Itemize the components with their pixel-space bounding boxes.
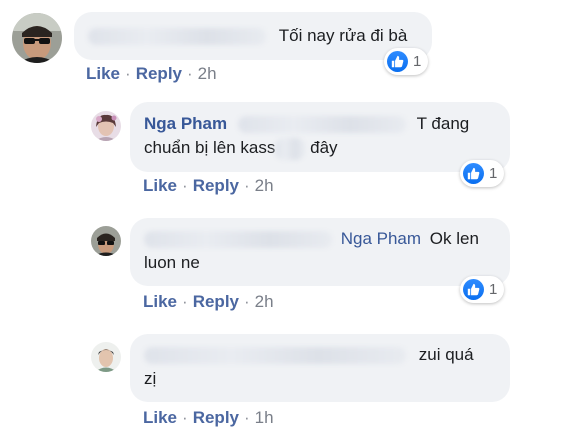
separator: ·	[182, 408, 188, 427]
blurred-mention	[144, 231, 332, 249]
reaction-count-label: 1	[489, 165, 498, 182]
separator: ·	[187, 64, 193, 83]
blurred-word	[275, 137, 306, 160]
reaction-count[interactable]: 1	[384, 48, 429, 75]
like-button[interactable]: Like	[143, 176, 177, 195]
comment-actions: Like · Reply · 1h	[143, 408, 274, 428]
comment-bubble: Nga Pham Ok len luon ne	[130, 218, 510, 286]
like-button[interactable]: Like	[143, 292, 177, 311]
timestamp[interactable]: 2h	[198, 64, 217, 83]
avatar[interactable]	[91, 111, 121, 141]
avatar-image-icon	[91, 111, 121, 141]
comment-actions: Like · Reply · 2h	[143, 176, 274, 196]
comment-text-line-1: T đang	[416, 114, 470, 133]
comment-bubble: Tối nay rửa đi bà	[74, 12, 432, 60]
timestamp[interactable]: 2h	[255, 292, 274, 311]
timestamp[interactable]: 2h	[255, 176, 274, 195]
like-reaction-icon	[387, 51, 408, 72]
comment-text-line-2: chuẩn bị lên kass	[144, 138, 276, 157]
comment-bubble: Nga Pham T đang chuẩn bị lên kass đây	[130, 102, 510, 172]
separator: ·	[244, 408, 250, 427]
mention-link[interactable]: Nga Pham	[341, 229, 421, 248]
blurred-mention	[237, 116, 406, 134]
like-button[interactable]: Like	[86, 64, 120, 83]
avatar-image-icon	[12, 13, 62, 63]
comment-text-line-2: zị	[144, 369, 157, 388]
avatar[interactable]	[12, 13, 62, 63]
like-button[interactable]: Like	[143, 408, 177, 427]
comment-text-line-2: luon ne	[144, 253, 200, 272]
reaction-count[interactable]: 1	[460, 160, 505, 187]
like-reaction-icon	[463, 163, 484, 184]
timestamp[interactable]: 1h	[255, 408, 274, 427]
comment-actions: Like · Reply · 2h	[86, 64, 217, 84]
blurred-mention	[144, 347, 406, 365]
avatar-image-icon	[91, 226, 121, 256]
separator: ·	[125, 64, 131, 83]
like-reaction-icon	[463, 279, 484, 300]
comment-text-line-1: Ok len	[429, 229, 479, 248]
separator: ·	[244, 292, 250, 311]
comment-bubble: zui quá zị	[130, 334, 510, 402]
author-name[interactable]: Nga Pham	[144, 114, 227, 133]
reply-button[interactable]: Reply	[193, 176, 239, 195]
comment-text-line-2-end: đây	[310, 138, 338, 157]
avatar[interactable]	[91, 226, 121, 256]
separator: ·	[244, 176, 250, 195]
reaction-count-label: 1	[489, 281, 498, 298]
separator: ·	[182, 292, 188, 311]
reaction-count[interactable]: 1	[460, 276, 505, 303]
reaction-count-label: 1	[413, 53, 422, 70]
comment-actions: Like · Reply · 2h	[143, 292, 274, 312]
avatar-image-icon	[91, 342, 121, 372]
reply-button[interactable]: Reply	[136, 64, 182, 83]
avatar[interactable]	[91, 342, 121, 372]
comment-text-line-1: zui quá	[418, 345, 474, 364]
reply-button[interactable]: Reply	[193, 292, 239, 311]
blurred-author-name	[88, 28, 266, 46]
reply-button[interactable]: Reply	[193, 408, 239, 427]
comment-text: Tối nay rửa đi bà	[278, 26, 408, 45]
separator: ·	[182, 176, 188, 195]
